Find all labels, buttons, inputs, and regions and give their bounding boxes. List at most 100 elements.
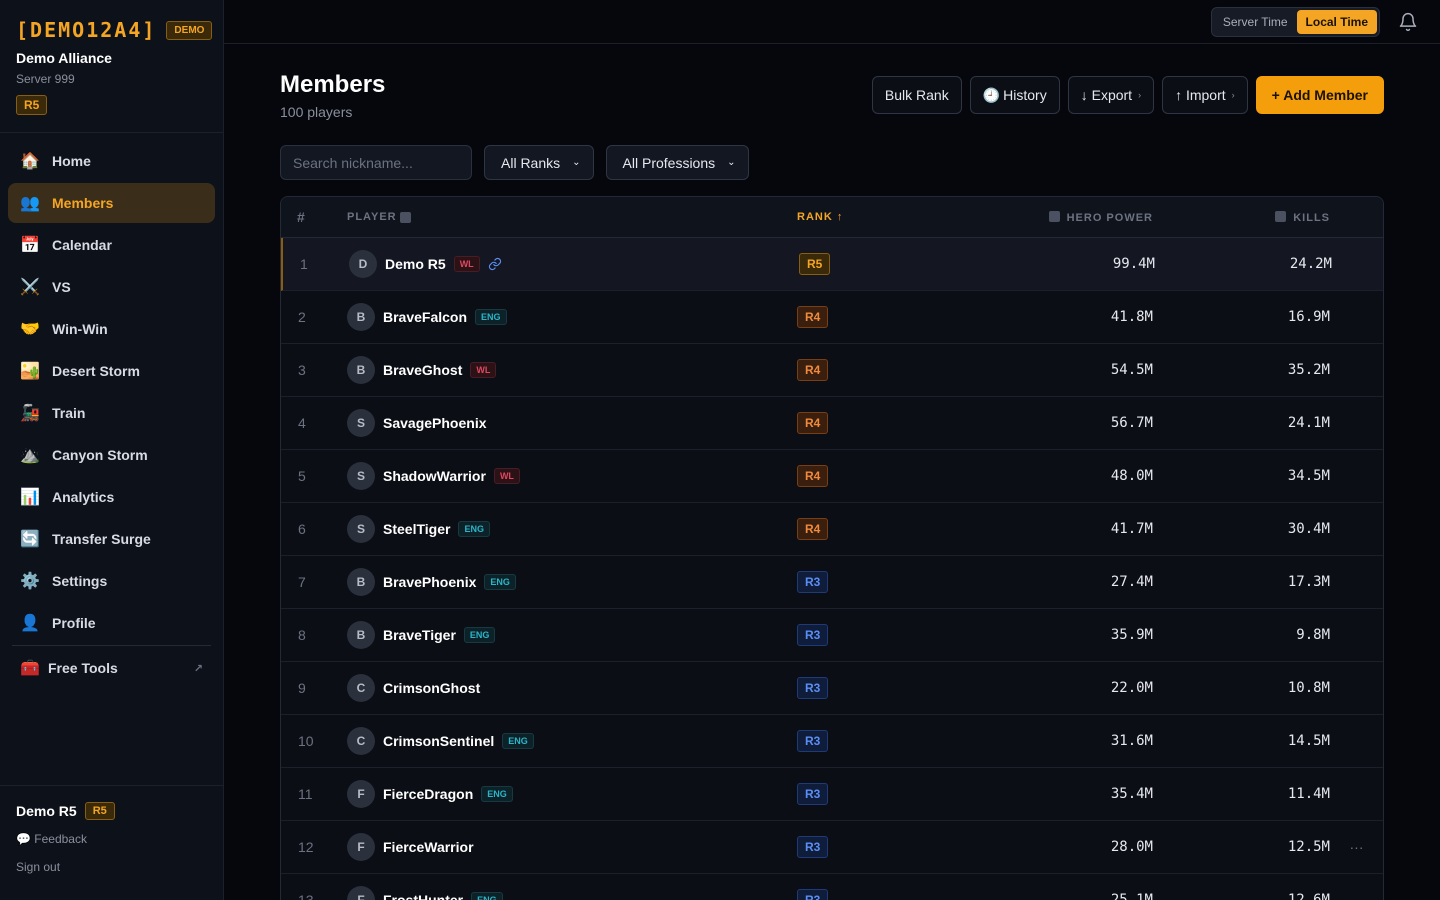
sidebar-item-label: Settings — [52, 573, 108, 589]
avatar: F — [347, 780, 375, 808]
col-hero-power[interactable]: HERO POWER — [957, 210, 1153, 224]
col-rank[interactable]: RANK ↑ — [797, 211, 957, 223]
player-name[interactable]: FrostHunter — [383, 892, 463, 900]
rank-filter-select[interactable]: All Ranks ⌄ — [484, 145, 594, 180]
player-name[interactable]: SavagePhoenix — [383, 415, 487, 431]
col-kills-label: KILLS — [1293, 211, 1330, 224]
server-time-option[interactable]: Server Time — [1214, 10, 1297, 34]
rank-badge: R4 — [797, 306, 829, 328]
bulk-rank-label: Bulk Rank — [884, 87, 949, 103]
kills-value: 12.5M — [1287, 839, 1330, 855]
sign-out-link[interactable]: Sign out — [16, 860, 207, 874]
sidebar-item-profile[interactable]: 👤 Profile — [8, 603, 215, 643]
rank-badge: R4 — [797, 359, 829, 381]
rank-cell: R3 — [797, 677, 957, 699]
table-header: # PLAYER RANK ↑ HERO POWER KILLS — [281, 197, 1383, 238]
row-number: 7 — [298, 574, 306, 590]
row-more-button[interactable]: ··· — [1330, 839, 1383, 855]
table-row[interactable]: 1 D Demo R5 WL R5 99.4M 24.2M — [281, 238, 1383, 291]
player-name[interactable]: FierceWarrior — [383, 839, 474, 855]
import-button[interactable]: ↑ Import › — [1162, 76, 1248, 114]
members-icon: 👥 — [20, 195, 40, 212]
sidebar-item-calendar[interactable]: 📅 Calendar — [8, 225, 215, 265]
table-row[interactable]: 11 F FierceDragon ENG R3 35.4M 11.4M — [281, 768, 1383, 821]
search-input[interactable] — [280, 145, 472, 180]
filters-bar: All Ranks ⌄ All Professions ⌄ — [280, 145, 749, 180]
current-user: Demo R5 R5 — [16, 802, 207, 820]
player-name[interactable]: BraveFalcon — [383, 309, 467, 325]
sidebar-item-desert-storm[interactable]: 🏜️ Desert Storm — [8, 351, 215, 391]
profession-tag: ENG — [484, 574, 516, 590]
table-row[interactable]: 2 B BraveFalcon ENG R4 41.8M 16.9M — [281, 291, 1383, 344]
player-cell: F FrostHunter ENG — [347, 886, 797, 900]
avatar: C — [347, 727, 375, 755]
avatar: B — [347, 621, 375, 649]
sidebar-item-label: Analytics — [52, 489, 115, 505]
sidebar-item-canyon-storm[interactable]: ⛰️ Canyon Storm — [8, 435, 215, 475]
import-label: ↑ Import — [1175, 87, 1226, 103]
rank-badge: R5 — [799, 253, 831, 275]
sidebar-item-label: Canyon Storm — [52, 447, 148, 463]
sort-icon — [1048, 210, 1060, 222]
profession-tag: ENG — [458, 521, 490, 537]
sort-icon — [399, 211, 411, 223]
sidebar-item-settings[interactable]: ⚙️ Settings — [8, 561, 215, 601]
nav-divider — [12, 645, 211, 646]
player-name[interactable]: Demo R5 — [385, 256, 446, 272]
player-name[interactable]: BraveGhost — [383, 362, 462, 378]
sidebar-item-home[interactable]: 🏠 Home — [8, 141, 215, 181]
sidebar-item-win-win[interactable]: 🤝 Win-Win — [8, 309, 215, 349]
sidebar-item-members[interactable]: 👥 Members — [8, 183, 215, 223]
kills-value: 30.4M — [1287, 521, 1330, 537]
bell-icon[interactable] — [1398, 12, 1418, 32]
row-number: 6 — [298, 521, 306, 537]
table-row[interactable]: 8 B BraveTiger ENG R3 35.9M 9.8M — [281, 609, 1383, 662]
profession-tag: WL — [493, 468, 520, 484]
table-row[interactable]: 7 B BravePhoenix ENG R3 27.4M 17.3M — [281, 556, 1383, 609]
alliance-header: [DEMO12A4] DEMO Demo Alliance Server 999… — [0, 0, 223, 133]
table-row[interactable]: 6 S SteelTiger ENG R4 41.7M 30.4M — [281, 503, 1383, 556]
player-name[interactable]: SteelTiger — [383, 521, 450, 537]
table-row[interactable]: 12 F FierceWarrior R3 28.0M 12.5M ··· — [281, 821, 1383, 874]
chevron-icon: › — [1138, 90, 1142, 100]
table-row[interactable]: 13 F FrostHunter ENG R3 25.1M 12.6M — [281, 874, 1383, 900]
col-player[interactable]: PLAYER — [347, 211, 797, 223]
player-name[interactable]: BravePhoenix — [383, 574, 476, 590]
player-name[interactable]: ShadowWarrior — [383, 468, 486, 484]
bulk-rank-button[interactable]: Bulk Rank — [871, 76, 962, 114]
export-button[interactable]: ↓ Export › — [1067, 76, 1155, 114]
kills-value: 24.1M — [1287, 415, 1330, 431]
player-cell: D Demo R5 WL — [349, 250, 799, 278]
table-row[interactable]: 10 C CrimsonSentinel ENG R3 31.6M 14.5M — [281, 715, 1383, 768]
sidebar-item-transfer-surge[interactable]: 🔄 Transfer Surge — [8, 519, 215, 559]
player-name[interactable]: BraveTiger — [383, 627, 456, 643]
link-icon[interactable] — [488, 257, 502, 271]
player-name[interactable]: FierceDragon — [383, 786, 473, 802]
sidebar-item-label: Home — [52, 153, 91, 169]
feedback-link[interactable]: 💬 Feedback — [16, 832, 207, 846]
table-row[interactable]: 5 S ShadowWarrior WL R4 48.0M 34.5M — [281, 450, 1383, 503]
hero-power-value: 22.0M — [1110, 680, 1153, 696]
add-member-button[interactable]: + Add Member — [1255, 76, 1384, 114]
rank-badge: R3 — [797, 836, 829, 858]
row-number: 8 — [298, 627, 306, 643]
profession-filter-select[interactable]: All Professions ⌄ — [605, 145, 749, 180]
sidebar-item-label: Desert Storm — [52, 363, 140, 379]
local-time-option[interactable]: Local Time — [1296, 10, 1377, 34]
player-name[interactable]: CrimsonGhost — [383, 680, 480, 696]
table-row[interactable]: 9 C CrimsonGhost R3 22.0M 10.8M — [281, 662, 1383, 715]
table-row[interactable]: 3 B BraveGhost WL R4 54.5M 35.2M — [281, 344, 1383, 397]
add-member-label: + Add Member — [1271, 87, 1368, 103]
avatar: B — [347, 303, 375, 331]
table-row[interactable]: 4 S SavagePhoenix R4 56.7M 24.1M — [281, 397, 1383, 450]
kills-value: 12.6M — [1287, 892, 1330, 900]
rank-cell: R4 — [797, 518, 957, 540]
sidebar-item-analytics[interactable]: 📊 Analytics — [8, 477, 215, 517]
player-name[interactable]: CrimsonSentinel — [383, 733, 494, 749]
sidebar-item-train[interactable]: 🚂 Train — [8, 393, 215, 433]
col-kills[interactable]: KILLS — [1153, 210, 1330, 224]
sidebar-item-vs[interactable]: ⚔️ VS — [8, 267, 215, 307]
history-button[interactable]: 🕘 History — [969, 76, 1060, 114]
free-tools-link[interactable]: 🧰 Free Tools ↗ — [8, 648, 215, 688]
rank-cell: R4 — [797, 465, 957, 487]
